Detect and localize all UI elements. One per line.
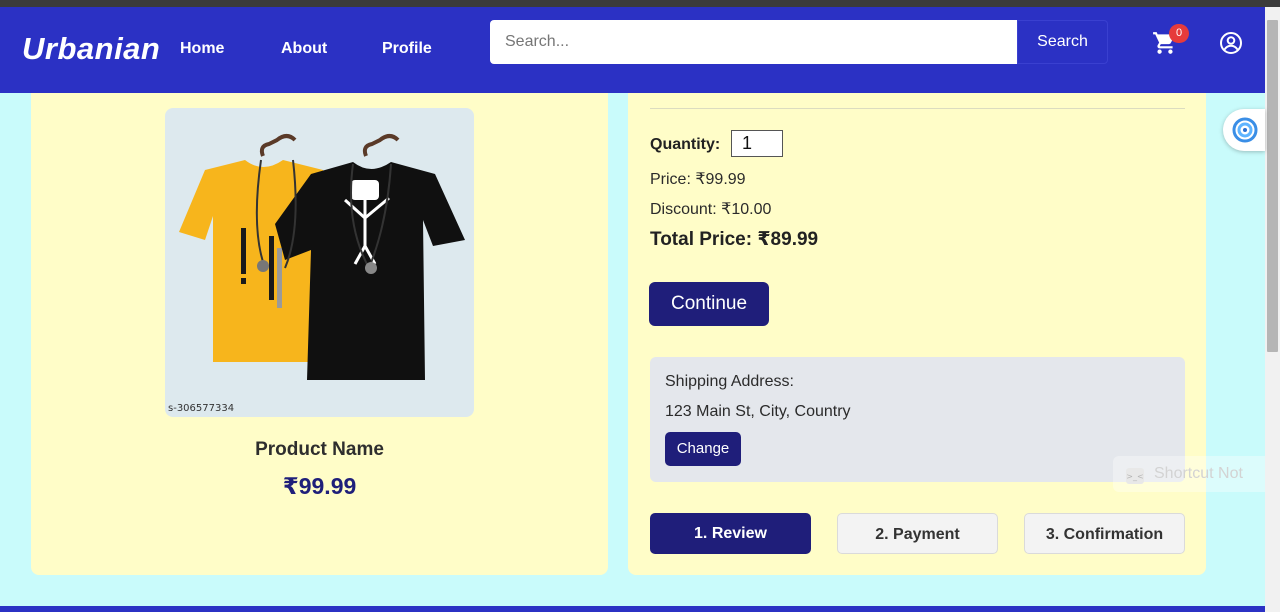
continue-button[interactable]: Continue	[649, 282, 769, 326]
nav-link-profile[interactable]: Profile	[382, 40, 432, 58]
user-account-icon[interactable]	[1219, 31, 1243, 55]
image-code-label: s-306577334	[168, 403, 235, 414]
shipping-address-value: 123 Main St, City, Country	[665, 403, 851, 420]
product-price: ₹99.99	[282, 473, 357, 499]
shortcut-notification-text: Shortcut Not	[1154, 465, 1243, 482]
step-review-button[interactable]: 1. Review	[650, 513, 811, 554]
change-address-button[interactable]: Change	[665, 432, 741, 466]
shipping-address-label: Shipping Address:	[665, 373, 794, 390]
step-confirmation-button[interactable]: 3. Confirmation	[1024, 513, 1185, 554]
search-input[interactable]	[490, 20, 1017, 64]
quantity-label: Quantity:	[650, 136, 721, 153]
window-top-strip	[0, 0, 1280, 7]
brand-logo[interactable]: Urbanian	[22, 31, 160, 67]
step-payment-button[interactable]: 2. Payment	[837, 513, 998, 554]
scrollbar-thumb[interactable]	[1267, 20, 1278, 352]
shortcut-face-icon: >_<	[1125, 464, 1145, 484]
search-button[interactable]: Search	[1017, 20, 1108, 64]
checkout-divider	[650, 108, 1185, 109]
total-price: Total Price: ₹89.99	[650, 229, 819, 250]
product-name: Product Name	[255, 439, 384, 460]
shortcut-notification[interactable]: >_< Shortcut Not	[1113, 456, 1265, 492]
quantity-input[interactable]	[731, 130, 783, 157]
bottom-strip	[0, 606, 1265, 612]
checkout-panel	[628, 93, 1206, 575]
cart-count-badge: 0	[1169, 24, 1189, 43]
svg-text:>_<: >_<	[1126, 472, 1143, 481]
discount-line: Discount: ₹10.00	[650, 201, 772, 218]
nav-link-about[interactable]: About	[281, 40, 327, 58]
product-image: s-306577334	[165, 108, 474, 417]
price-line: Price: ₹99.99	[650, 171, 746, 188]
assistant-swirl-icon[interactable]	[1223, 109, 1265, 151]
nav-link-home[interactable]: Home	[180, 40, 224, 58]
